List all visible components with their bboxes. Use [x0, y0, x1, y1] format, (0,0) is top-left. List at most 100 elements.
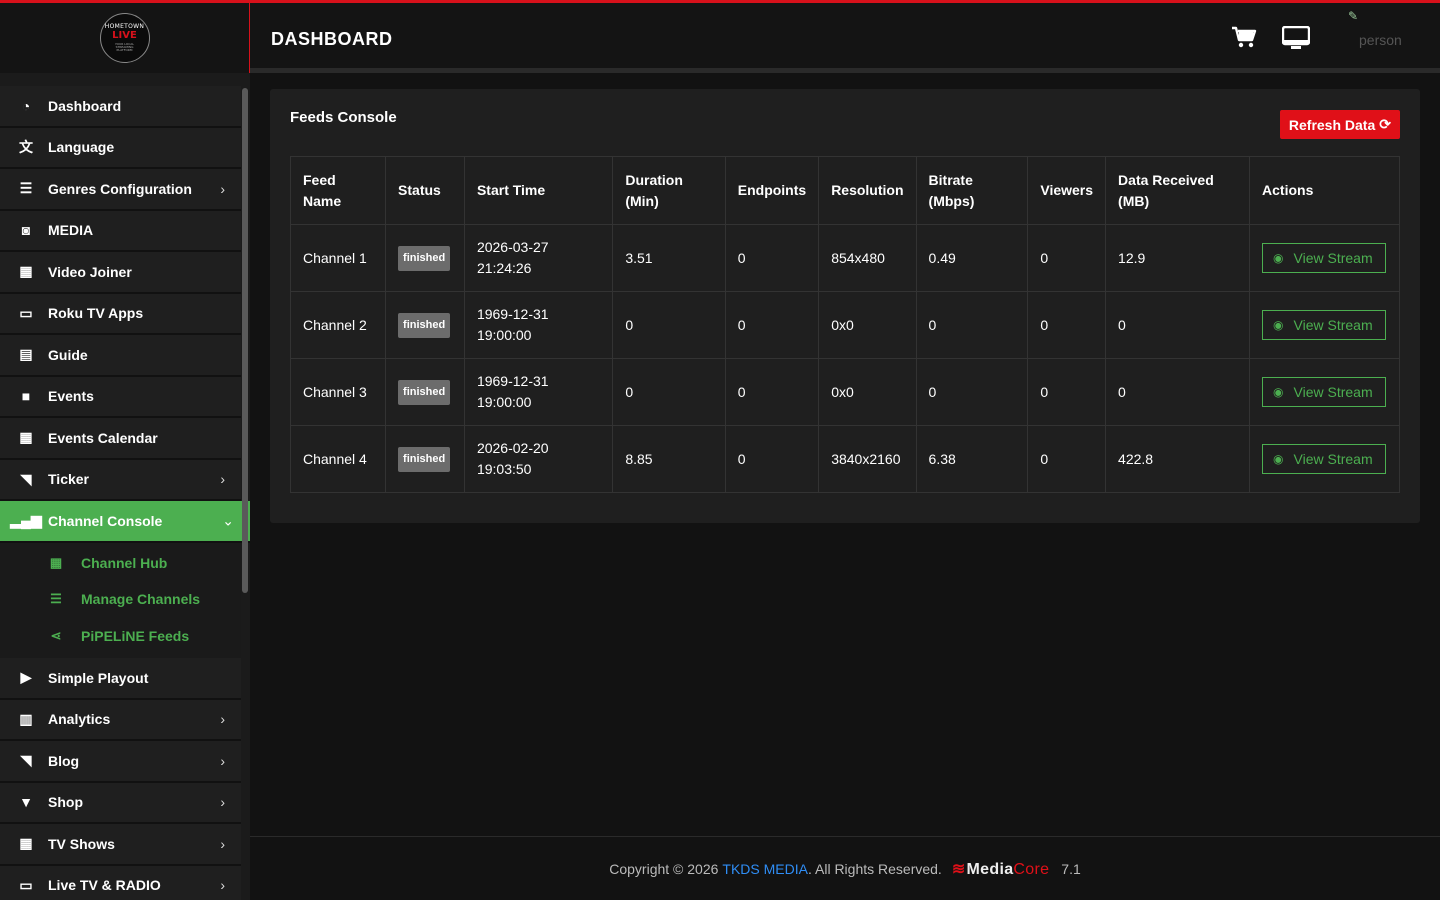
start-clock: 21:24:26 — [476, 260, 532, 276]
desktop-icon[interactable] — [1282, 25, 1310, 51]
submenu-item-label: Manage Channels — [81, 591, 201, 608]
endpoints-cell: 0 — [724, 358, 820, 426]
submenu-item-pipeline-feeds[interactable]: ⋖ PiPELiNE Feeds — [0, 618, 241, 655]
view-stream-button[interactable]: ◉ View Stream — [1262, 310, 1387, 340]
user-menu[interactable]: ✎ person — [1348, 9, 1418, 59]
actions-cell: ◉ View Stream — [1249, 425, 1400, 493]
sidebar-item-label: Events — [48, 388, 94, 405]
feed-name-cell-value: Channel 3 — [303, 383, 367, 400]
table-header-row: Feed Name Status Start Time Duration (Min) End… — [289, 156, 1400, 225]
column-header-text: Start Time — [476, 182, 546, 198]
refresh-data-button[interactable]: Refresh Data ⟳ — [1279, 110, 1400, 139]
list-icon: ☰ — [50, 591, 62, 607]
sidebar-item-tv-shows[interactable]: ▦ TV Shows › — [0, 824, 241, 866]
sidebar-item-language[interactable]: 文 Language — [0, 127, 241, 169]
feeds-table: Feed Name Status Start Time Duration (Min) End… — [289, 156, 1400, 493]
bar-chart-icon: ▥ — [19, 710, 33, 727]
copyright-text: Copyright © 2026 — [609, 860, 719, 877]
column-header: Viewers — [1027, 156, 1107, 225]
sidebar-item-label: Blog — [48, 752, 80, 769]
view-stream-label: View Stream — [1293, 384, 1373, 400]
sidebar-item-label: Events Calendar — [48, 429, 158, 446]
bitrate-cell-value: 6.38 — [928, 450, 956, 467]
resolution-cell-value: 854x480 — [831, 249, 885, 266]
sidebar-item-label: Dashboard — [48, 97, 122, 114]
feed-name-cell-value: Channel 4 — [303, 450, 367, 467]
endpoints-cell: 0 — [724, 291, 820, 359]
duration-cell-value: 0 — [625, 383, 634, 400]
sidebar-item-live-tv-radio[interactable]: ▭ Live TV & RADIO › — [0, 865, 241, 900]
company-link[interactable]: TKDS MEDIA — [722, 861, 808, 877]
sidebar-item-guide[interactable]: ▤ Guide — [0, 335, 241, 377]
column-header: Actions — [1249, 156, 1400, 225]
book-icon: ▤ — [19, 346, 33, 363]
sidebar-item-label: Ticker — [48, 471, 89, 488]
status-badge: finished — [398, 312, 451, 338]
bitrate-cell-value: 0.49 — [928, 249, 956, 266]
table-row: Channel 2 finished 1969-12-31 19:00:00 0 0 0x0… — [289, 291, 1400, 359]
sidebar-item-label: Live TV & RADIO — [48, 877, 161, 894]
sidebar-item-dashboard[interactable]: ◔ Dashboard — [0, 86, 241, 128]
viewers-cell: 0 — [1027, 358, 1107, 426]
resolution-cell: 3840x2160 — [818, 425, 917, 493]
logo[interactable]: HOMETOWN LIVE YOUR LOCAL STREAMING PLATF… — [99, 13, 150, 63]
rss-icon: ◥ — [20, 752, 32, 769]
start-clock: 19:00:00 — [476, 394, 532, 410]
bitrate-cell: 0 — [915, 358, 1029, 426]
chevron-icon: › — [220, 877, 225, 894]
column-header: Status — [385, 156, 465, 225]
chevron-icon: › — [220, 794, 225, 811]
list-icon: ☰ — [19, 180, 33, 197]
start-date: 2026-03-27 — [476, 239, 549, 255]
resolution-cell-value: 3840x2160 — [831, 450, 901, 467]
duration-cell-value: 8.85 — [625, 450, 653, 467]
sidebar-item-events-calendar[interactable]: ▦ Events Calendar — [0, 418, 241, 460]
endpoints-cell-value: 0 — [737, 383, 746, 400]
logo-line2: LIVE — [112, 30, 137, 41]
resolution-cell-value: 0x0 — [831, 383, 854, 400]
viewers-cell-value: 0 — [1040, 450, 1049, 467]
resolution-cell: 854x480 — [818, 224, 917, 292]
sidebar-item-blog[interactable]: ◥ Blog › — [0, 741, 241, 783]
sidebar-item-analytics[interactable]: ▥ Analytics › — [0, 699, 241, 741]
column-header-text: (Min) — [625, 192, 659, 209]
endpoints-cell-value: 0 — [737, 249, 746, 266]
viewers-cell: 0 — [1027, 224, 1107, 292]
data-received-cell: 422.8 — [1105, 425, 1251, 493]
sidebar-scrollbar[interactable] — [242, 88, 248, 593]
sidebar-item-video-joiner[interactable]: ▦ Video Joiner — [0, 252, 241, 294]
video-camera-icon: ■ — [21, 388, 31, 405]
sidebar-item-simple-playout[interactable]: ▶ Simple Playout — [0, 658, 241, 700]
duration-cell: 3.51 — [612, 224, 726, 292]
column-header: Start Time — [463, 156, 614, 225]
sidebar-item-ticker[interactable]: ◥ Ticker › — [0, 459, 241, 501]
sidebar-item-shop[interactable]: ▼ Shop › — [0, 782, 241, 824]
view-stream-button[interactable]: ◉ View Stream — [1262, 243, 1387, 273]
submenu-item-manage-channels[interactable]: ☰ Manage Channels — [0, 581, 241, 618]
monitor-icon: ▭ — [19, 876, 33, 893]
view-stream-button[interactable]: ◉ View Stream — [1262, 377, 1387, 407]
view-stream-button[interactable]: ◉ View Stream — [1262, 444, 1387, 474]
sidebar-item-label: Roku TV Apps — [48, 305, 144, 322]
sidebar-nav: ◔ Dashboard 文 Language ☰ Genres Configuration… — [0, 86, 250, 900]
sidebar-item-media[interactable]: ◙ MEDIA — [0, 210, 241, 252]
table-row: Channel 1 finished 2026-03-27 21:24:26 3.51 0… — [289, 224, 1400, 292]
chevron-icon: ⌄ — [222, 512, 234, 529]
feeds-console-card: Feeds Console Refresh Data ⟳ Feed Name Sta… — [270, 89, 1420, 523]
sidebar-item-events[interactable]: ■ Events — [0, 376, 241, 418]
data-received-cell-value: 0 — [1118, 316, 1126, 333]
submenu-item-channel-hub[interactable]: ▦ Channel Hub — [0, 545, 241, 582]
duration-cell-value: 0 — [625, 316, 634, 333]
status-cell: finished — [385, 358, 465, 426]
submenu-item-label: PiPELiNE Feeds — [81, 627, 190, 644]
start-time-cell: 1969-12-31 19:00:00 — [463, 358, 614, 426]
endpoints-cell: 0 — [724, 224, 820, 292]
cart-icon[interactable] — [1230, 25, 1258, 51]
footer: Copyright © 2026 TKDS MEDIA . All Rights… — [250, 836, 1440, 900]
sidebar-item-genres-configuration[interactable]: ☰ Genres Configuration › — [0, 169, 241, 211]
channel-console-submenu: ▦ Channel Hub ☰ Manage Channels ⋖ PiPELiNE Fe… — [0, 542, 241, 658]
data-received-cell: 0 — [1105, 291, 1251, 359]
sidebar-item-channel-console[interactable]: ▂▄▆ Channel Console ⌄ — [0, 501, 250, 543]
sidebar-item-roku-tv-apps[interactable]: ▭ Roku TV Apps — [0, 293, 241, 335]
edit-icon: ✎ — [1348, 9, 1359, 23]
